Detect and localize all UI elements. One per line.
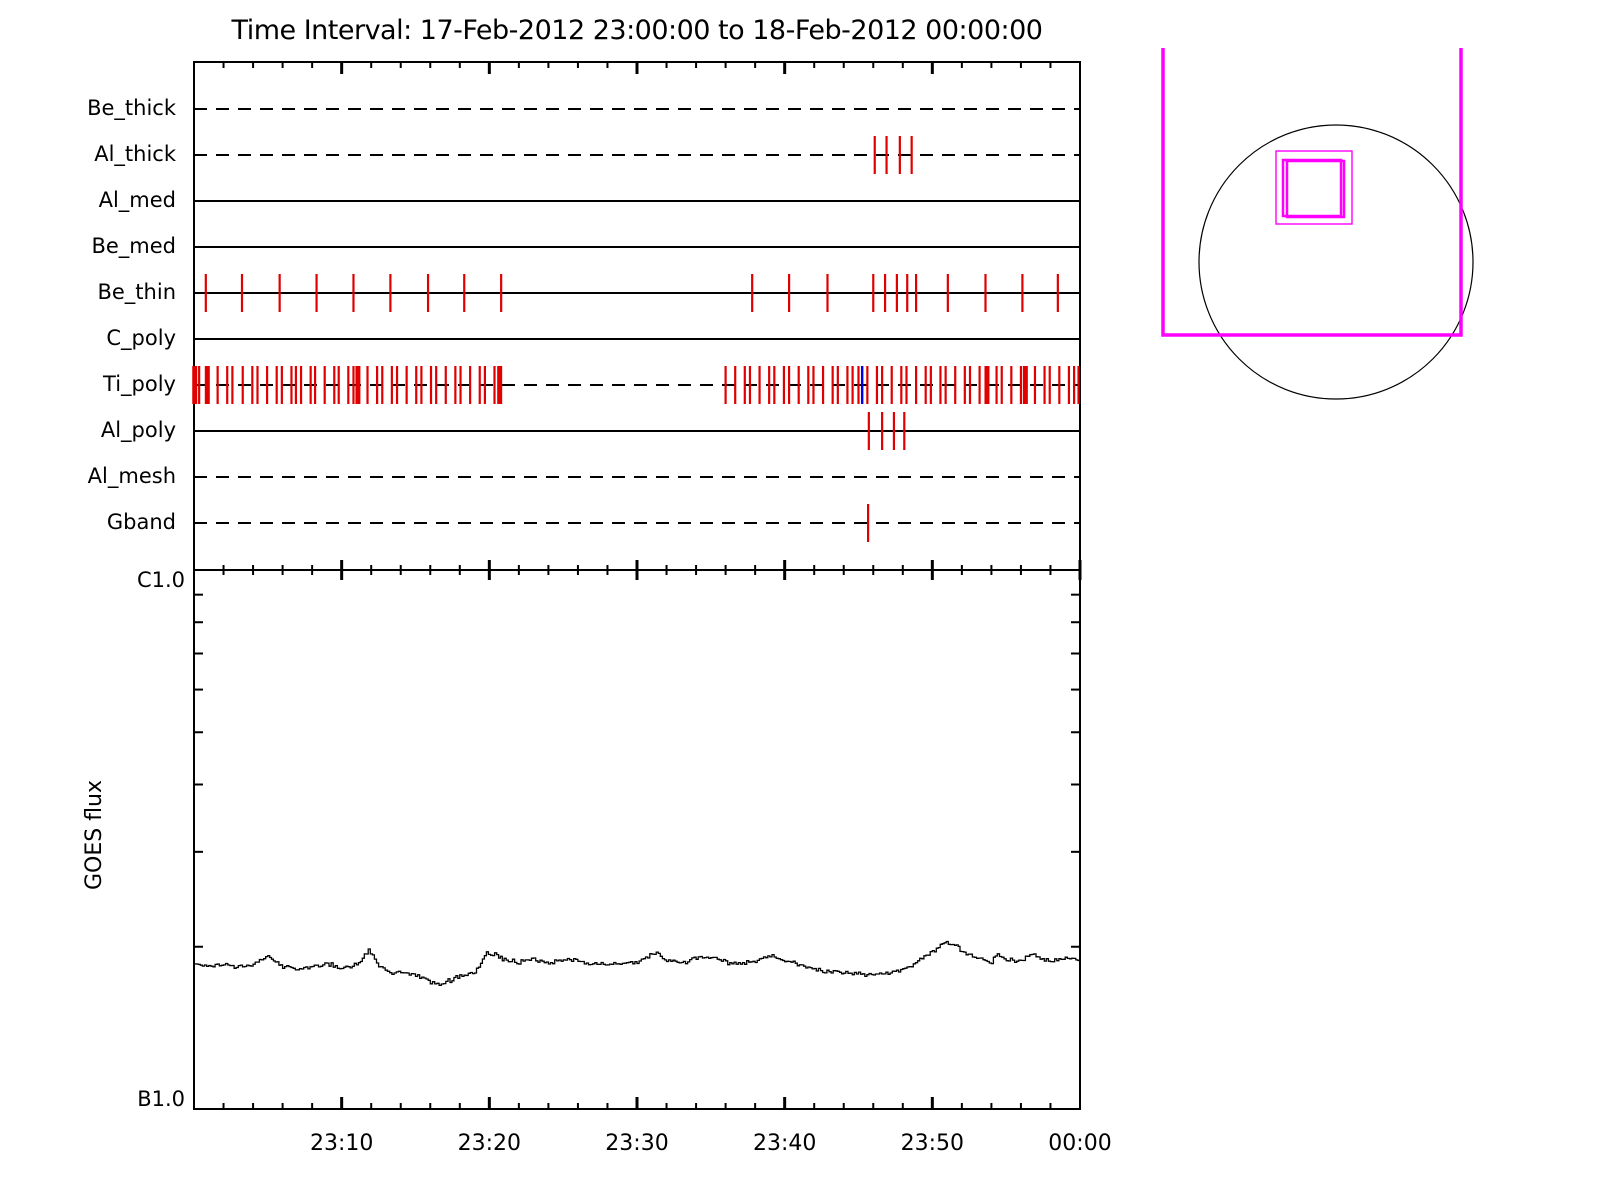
goes-y-axis-title: GOES flux (81, 779, 107, 891)
goes-y-bottom-label: B1.0 (137, 1087, 185, 1111)
filter-timeline-panel (192, 61, 1082, 580)
filter-label-Be_thick: Be_thick (87, 96, 176, 120)
plot-title: Time Interval: 17-Feb-2012 23:00:00 to 1… (231, 15, 1043, 46)
goes-panel-border (193, 569, 1081, 1110)
filter-label-Ti_poly: Ti_poly (103, 372, 176, 396)
x-tick-label-0000: 00:00 (1048, 1131, 1112, 1156)
timeline-panel-border (193, 61, 1081, 571)
filter-label-Be_med: Be_med (91, 234, 176, 258)
x-tick-label-2320: 23:20 (457, 1131, 522, 1156)
fov-inner-box-1 (1281, 158, 1343, 218)
goes-y-top-label: C1.0 (136, 568, 185, 592)
x-tick-label-2350: 23:50 (900, 1131, 965, 1156)
sun-fov-diagram (1161, 48, 1474, 400)
filter-label-Al_poly: Al_poly (100, 418, 176, 442)
sun-limb-circle (1198, 124, 1474, 400)
plot-window: Time Interval: 17-Feb-2012 23:00:00 to 1… (0, 0, 1600, 1200)
filter-label-Gband: Gband (106, 510, 176, 534)
goes-flux-panel (193, 569, 1081, 1110)
filter-label-C_poly: C_poly (106, 326, 176, 350)
x-tick-label-2330: 23:30 (605, 1131, 669, 1156)
x-tick-label-2310: 23:10 (309, 1131, 374, 1156)
filter-label-Al_mesh: Al_mesh (87, 464, 176, 488)
filter-label-Be_thin: Be_thin (97, 280, 176, 304)
ccd-bracket (1161, 48, 1463, 337)
x-tick-label-2340: 23:40 (752, 1131, 817, 1156)
fov-inner-box-2 (1285, 159, 1346, 219)
filter-label-Al_thick: Al_thick (94, 142, 176, 166)
filter-label-Al_med: Al_med (98, 188, 176, 212)
plots-canvas (192, 48, 1474, 1110)
goes-flux-curve (194, 940, 1080, 986)
filter-label-column: Be_thick Al_thick Al_med Be_med Be_thin C_pol… (0, 0, 184, 570)
